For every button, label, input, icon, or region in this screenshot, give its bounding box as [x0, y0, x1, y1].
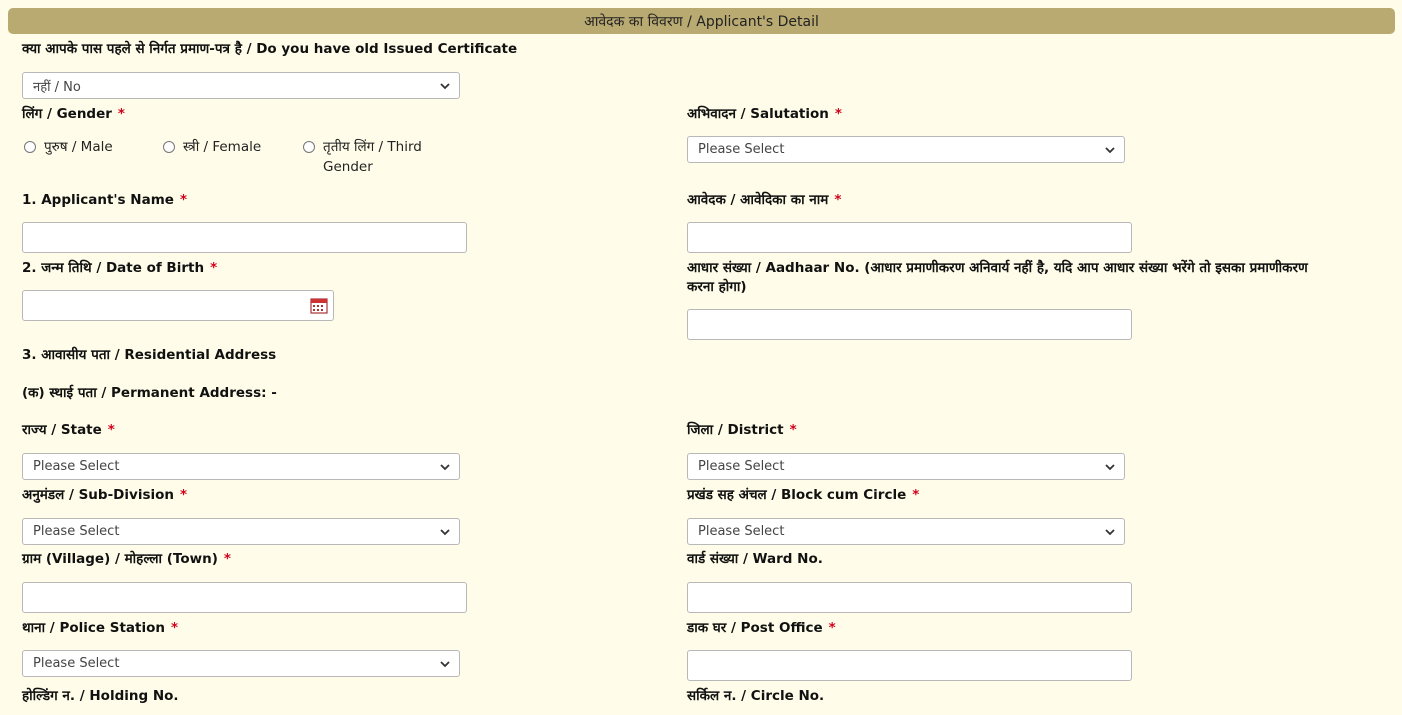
dob-input[interactable] [22, 290, 334, 321]
applicant-name-input[interactable] [22, 222, 467, 253]
post-office-label: डाक घर / Post Office * [687, 620, 836, 636]
section-title: आवेदक का विवरण / Applicant's Detail [584, 13, 819, 30]
applicant-detail-form: आवेदक का विवरण / Applicant's Detail क्या… [0, 0, 1402, 715]
chevron-down-icon [1105, 464, 1115, 471]
gender-radio-third[interactable]: तृतीय लिंग / Third Gender [303, 137, 433, 177]
chevron-down-icon [1105, 147, 1115, 154]
ward-label: वार्ड संख्या / Ward No. [687, 551, 823, 567]
applicant-name-hindi-input[interactable] [687, 222, 1132, 253]
aadhaar-label: आधार संख्या / Aadhaar No. (आधार प्रमाणीक… [687, 260, 1308, 295]
calendar-icon[interactable] [310, 297, 328, 314]
chevron-down-icon [440, 661, 450, 668]
radio-circle[interactable] [303, 141, 315, 153]
state-select[interactable]: Please Select [22, 453, 460, 480]
permanent-address-heading: (क) स्थाई पता / Permanent Address: - [22, 385, 277, 401]
old-certificate-select[interactable]: नहीं / No [22, 72, 460, 99]
chevron-down-icon [1105, 529, 1115, 536]
chevron-down-icon [440, 464, 450, 471]
state-label: राज्य / State * [22, 422, 115, 438]
gender-radio-male[interactable]: पुरुष / Male [24, 137, 113, 157]
applicant-name-hindi-label: आवेदक / आवेदिका का नाम * [687, 192, 842, 208]
aadhaar-input[interactable] [687, 309, 1132, 340]
salutation-select[interactable]: Please Select [687, 136, 1125, 163]
village-input[interactable] [22, 582, 467, 613]
subdivision-label: अनुमंडल / Sub-Division * [22, 487, 188, 503]
dob-label: 2. जन्म तिथि / Date of Birth * [22, 260, 218, 276]
gender-label: लिंग / Gender * [22, 106, 125, 122]
section-header: आवेदक का विवरण / Applicant's Detail [8, 8, 1395, 34]
salutation-label: अभिवादन / Salutation * [687, 106, 842, 122]
district-select[interactable]: Please Select [687, 453, 1125, 480]
block-select[interactable]: Please Select [687, 518, 1125, 545]
gender-radio-female[interactable]: स्त्री / Female [163, 137, 261, 157]
district-label: जिला / District * [687, 422, 797, 438]
old-certificate-label: क्या आपके पास पहले से निर्गत प्रमाण-पत्र… [22, 41, 518, 57]
police-station-label: थाना / Police Station * [22, 620, 179, 636]
circle-no-label: सर्किल न. / Circle No. [687, 688, 825, 704]
block-label: प्रखंड सह अंचल / Block cum Circle * [687, 487, 920, 503]
chevron-down-icon [440, 83, 450, 90]
village-label: ग्राम (Village) / मोहल्ला (Town) * [22, 551, 231, 567]
applicant-name-label: 1. Applicant's Name * [22, 192, 187, 208]
chevron-down-icon [440, 529, 450, 536]
police-station-select[interactable]: Please Select [22, 650, 460, 677]
radio-circle[interactable] [24, 141, 36, 153]
post-office-input[interactable] [687, 650, 1132, 681]
ward-input[interactable] [687, 582, 1132, 613]
subdivision-select[interactable]: Please Select [22, 518, 460, 545]
holding-label: होल्डिंग न. / Holding No. [22, 688, 179, 704]
radio-circle[interactable] [163, 141, 175, 153]
residential-address-heading: 3. आवासीय पता / Residential Address [22, 347, 277, 363]
